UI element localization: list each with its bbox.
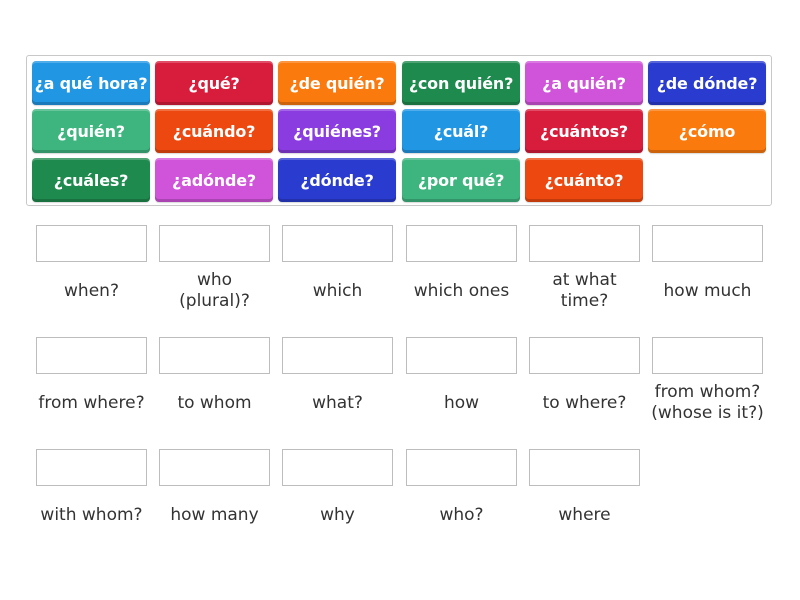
answer-tile[interactable]: ¿qué? [155,61,273,105]
drop-slot[interactable] [529,225,640,262]
target-label: where [558,504,611,525]
answer-tile[interactable]: ¿adónde? [155,158,273,202]
target-label: what? [312,392,363,413]
target-label: who (plural)? [179,270,250,311]
drop-slot[interactable] [282,449,393,486]
answer-tile[interactable]: ¿de quién? [278,61,396,105]
answer-tile[interactable]: ¿cuál? [402,109,520,153]
drop-slot[interactable] [652,225,763,262]
answer-tile[interactable]: ¿cómo [648,109,766,153]
drop-slot[interactable] [406,337,517,374]
answer-tile[interactable]: ¿cuáles? [32,158,150,202]
answer-tile[interactable]: ¿quién? [32,109,150,153]
target-label: from where? [38,392,145,413]
answer-tile[interactable]: ¿cuándo? [155,109,273,153]
answer-tile[interactable]: ¿dónde? [278,158,396,202]
target-label: which ones [413,280,510,301]
target-label: how much [663,280,752,301]
answer-tiles-tray: ¿a qué hora? ¿qué? ¿de quién? ¿con quién? ¿a… [26,55,772,206]
target-label: to where? [542,392,627,413]
drop-slot[interactable] [159,337,270,374]
answer-tile[interactable]: ¿cuántos? [525,109,643,153]
drop-slot[interactable] [652,337,763,374]
drop-slot[interactable] [36,337,147,374]
answer-tile[interactable]: ¿a qué hora? [32,61,150,105]
target-label: who? [439,504,484,525]
target-label: to whom [177,392,252,413]
answer-tile[interactable]: ¿quiénes? [278,109,396,153]
drop-slot[interactable] [406,225,517,262]
target-label: at what time? [552,270,617,311]
target-label: why [320,504,355,525]
drop-slot[interactable] [36,449,147,486]
target-label: which [312,280,363,301]
drop-slot[interactable] [159,449,270,486]
drop-slot[interactable] [529,337,640,374]
answer-tile[interactable]: ¿de dónde? [648,61,766,105]
target-label: with whom? [40,504,143,525]
target-label: from whom? (whose is it?) [651,382,764,423]
drop-slot[interactable] [159,225,270,262]
drop-slot[interactable] [282,337,393,374]
drop-slot[interactable] [529,449,640,486]
drop-slot[interactable] [282,225,393,262]
target-label: when? [64,280,119,301]
drop-slot[interactable] [406,449,517,486]
target-label: how [443,392,480,413]
answer-tile[interactable]: ¿por qué? [402,158,520,202]
target-label: how many [170,504,259,525]
answer-tile[interactable]: ¿con quién? [402,61,520,105]
drop-slot[interactable] [36,225,147,262]
answer-tile[interactable]: ¿a quién? [525,61,643,105]
answer-tile[interactable]: ¿cuánto? [525,158,643,202]
